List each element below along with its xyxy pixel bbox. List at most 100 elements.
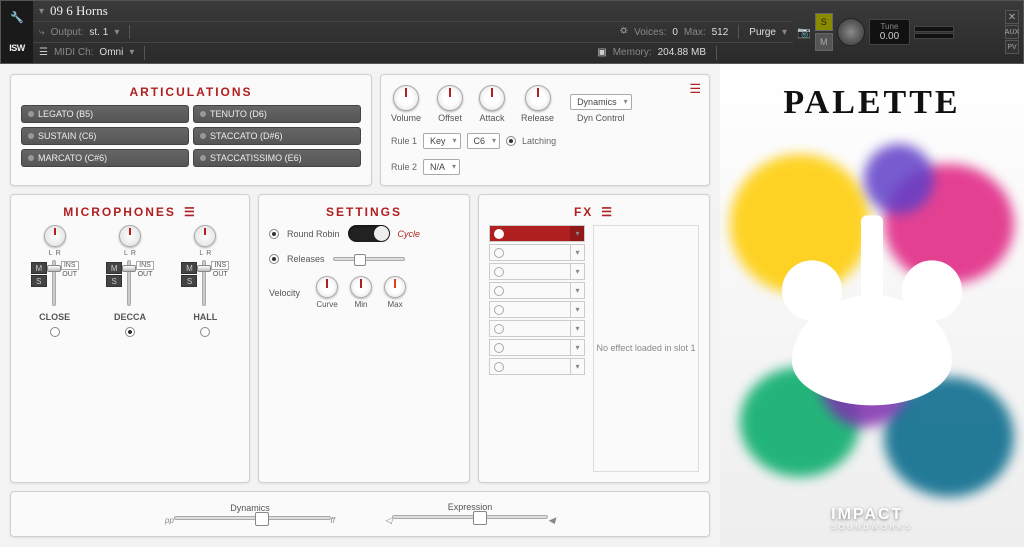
- velocity-label: Velocity: [269, 288, 300, 298]
- mic-strip-decca: LRMSINSOUTDECCA: [106, 225, 154, 337]
- wrench-icon[interactable]: 🔧: [10, 11, 24, 24]
- mic-fader[interactable]: [127, 260, 131, 306]
- fx-slot[interactable]: ▾: [489, 320, 585, 337]
- artic-dot-icon: [200, 111, 206, 117]
- midi-value[interactable]: Omni: [99, 47, 123, 58]
- rule2-select[interactable]: N/A: [423, 159, 460, 175]
- fx-slot[interactable]: ▾: [489, 282, 585, 299]
- mic-select-radio[interactable]: [125, 327, 135, 337]
- mic-fader[interactable]: [202, 260, 206, 306]
- articulation-button[interactable]: STACCATO (D#6): [193, 127, 361, 145]
- volume-knob[interactable]: [837, 18, 865, 46]
- purge-menu[interactable]: Purge: [749, 27, 776, 38]
- articulation-button[interactable]: LEGATO (B5): [21, 105, 189, 123]
- cycle-toggle[interactable]: [348, 225, 390, 242]
- fx-slot-dropdown-icon[interactable]: ▾: [570, 226, 584, 241]
- solo-button[interactable]: S: [106, 275, 122, 287]
- dyn-control-select[interactable]: Dynamics: [570, 94, 632, 110]
- volume-knob-main[interactable]: Volume: [391, 85, 421, 123]
- max-value[interactable]: 512: [712, 27, 729, 38]
- fx-slot-dropdown-icon[interactable]: ▾: [570, 264, 584, 279]
- min-knob[interactable]: Min: [350, 276, 372, 309]
- round-robin-radio[interactable]: [269, 229, 279, 239]
- mute-button[interactable]: M: [106, 262, 122, 274]
- max-knob[interactable]: Max: [384, 276, 406, 309]
- articulation-button[interactable]: MARCATO (C#6): [21, 149, 189, 167]
- ins-button[interactable]: INS: [136, 261, 154, 270]
- mute-button[interactable]: M: [815, 33, 833, 51]
- pan-knob[interactable]: [194, 225, 216, 247]
- fx-slot-toggle-icon[interactable]: [494, 362, 504, 372]
- mic-fader[interactable]: [52, 260, 56, 306]
- releases-radio[interactable]: [269, 254, 279, 264]
- latching-radio[interactable]: [506, 136, 516, 146]
- fx-slot-dropdown-icon[interactable]: ▾: [570, 302, 584, 317]
- fx-slot-toggle-icon[interactable]: [494, 324, 504, 334]
- mics-title: MICROPHONES: [63, 205, 176, 219]
- articulation-button[interactable]: TENUTO (D6): [193, 105, 361, 123]
- releases-slider[interactable]: [333, 257, 405, 261]
- fx-slot-dropdown-icon[interactable]: ▾: [570, 283, 584, 298]
- rule1-type-select[interactable]: Key: [423, 133, 461, 149]
- fx-slot-dropdown-icon[interactable]: ▾: [570, 340, 584, 355]
- articulations-title: ARTICULATIONS: [21, 85, 361, 99]
- mic-name: DECCA: [114, 312, 146, 322]
- mute-button[interactable]: M: [181, 262, 197, 274]
- rule1-value-select[interactable]: C6: [467, 133, 501, 149]
- fx-slot-toggle-icon[interactable]: [494, 229, 504, 239]
- fx-slot-toggle-icon[interactable]: [494, 343, 504, 353]
- mic-select-radio[interactable]: [50, 327, 60, 337]
- midi-label: MIDI Ch:: [54, 47, 93, 58]
- fx-slot[interactable]: ▾: [489, 244, 585, 261]
- fx-slot-dropdown-icon[interactable]: ▾: [570, 245, 584, 260]
- fx-slot[interactable]: ▾: [489, 263, 585, 280]
- out-label: OUT: [62, 271, 77, 278]
- fx-slot[interactable]: ▾: [489, 358, 585, 375]
- pan-knob[interactable]: [44, 225, 66, 247]
- artic-dot-icon: [28, 111, 34, 117]
- fx-slot-dropdown-icon[interactable]: ▾: [570, 321, 584, 336]
- fx-slot-dropdown-icon[interactable]: ▾: [570, 359, 584, 374]
- release-knob[interactable]: Release: [521, 85, 554, 123]
- pv-button[interactable]: PV: [1005, 40, 1019, 54]
- curve-knob[interactable]: Curve: [316, 276, 338, 309]
- max-label: Max:: [684, 27, 706, 38]
- fx-slot[interactable]: ▾: [489, 339, 585, 356]
- pan-knob[interactable]: [119, 225, 141, 247]
- output-value[interactable]: st. 1: [89, 27, 108, 38]
- voices-value: 0: [672, 27, 678, 38]
- out-label: OUT: [138, 271, 153, 278]
- mic-select-radio[interactable]: [200, 327, 210, 337]
- ins-button[interactable]: INS: [61, 261, 79, 270]
- fx-panel: FX ☰ ▾▾▾▾▾▾▾▾ No effect loaded in slot 1: [478, 194, 710, 483]
- mute-button[interactable]: M: [31, 262, 47, 274]
- fx-slot-toggle-icon[interactable]: [494, 248, 504, 258]
- solo-button[interactable]: S: [181, 275, 197, 287]
- mics-menu-icon[interactable]: ☰: [184, 205, 197, 219]
- fx-menu-icon[interactable]: ☰: [601, 205, 614, 219]
- fx-slot-toggle-icon[interactable]: [494, 267, 504, 277]
- tune-display[interactable]: Tune 0.00: [869, 19, 910, 45]
- microphones-panel: MICROPHONES ☰ LRMSINSOUTCLOSELRMSINSOUTD…: [10, 194, 250, 483]
- performance-panel: Dynamics pp ff Expression ◁ ◀: [10, 491, 710, 537]
- fx-slot[interactable]: ▾: [489, 301, 585, 318]
- fx-slot-toggle-icon[interactable]: [494, 286, 504, 296]
- palette-logo: PALETTE: [783, 84, 960, 122]
- aux-button[interactable]: AUX: [1005, 25, 1019, 39]
- fx-slot-toggle-icon[interactable]: [494, 305, 504, 315]
- offset-knob[interactable]: Offset: [437, 85, 463, 123]
- articulation-button[interactable]: STACCATISSIMO (E6): [193, 149, 361, 167]
- articulation-button[interactable]: SUSTAIN (C6): [21, 127, 189, 145]
- ins-button[interactable]: INS: [211, 261, 229, 270]
- dyn-menu-icon[interactable]: ☰: [689, 81, 701, 97]
- attack-knob[interactable]: Attack: [479, 85, 505, 123]
- dynamics-slider[interactable]: [174, 516, 331, 520]
- fx-title: FX: [574, 205, 593, 219]
- company-logo: IMPACT SOUNDWORKS: [831, 506, 913, 531]
- solo-button[interactable]: S: [815, 13, 833, 31]
- solo-button[interactable]: S: [31, 275, 47, 287]
- close-button[interactable]: ✕: [1005, 10, 1019, 24]
- fx-slot[interactable]: ▾: [489, 225, 585, 242]
- snapshot-icon[interactable]: 📷: [797, 26, 811, 39]
- expression-slider[interactable]: [392, 515, 548, 519]
